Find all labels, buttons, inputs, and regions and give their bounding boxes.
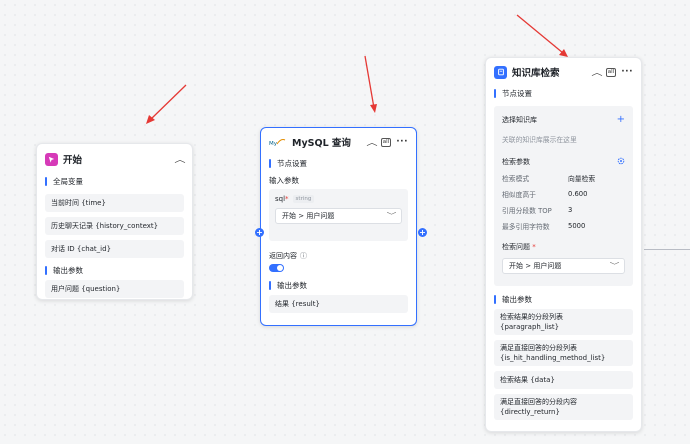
global-var-history: 历史聊天记录 {history_context} (45, 217, 184, 235)
start-node[interactable]: 开始 ︿ 全局变量 当前时间 {time} 历史聊天记录 {history_co… (36, 143, 193, 300)
start-node-icon (45, 152, 58, 166)
sql-param-select[interactable]: 开始 > 用户问题 ﹀ (275, 208, 402, 224)
add-kb-icon[interactable]: + (617, 114, 625, 125)
all-icon[interactable]: all (380, 137, 392, 147)
chevron-down-icon: ﹀ (609, 262, 620, 270)
param-key: 最多引用字符数 (502, 223, 550, 231)
sql-param-box: sql * string 开始 > 用户问题 ﹀ (269, 189, 408, 241)
param-value: 0.600 (568, 190, 588, 198)
select-value: 开始 > 用户问题 (509, 262, 562, 270)
search-params-label: 检索参数 (502, 158, 530, 166)
collapse-icon[interactable]: ︿ (174, 154, 185, 165)
param-key: 相似度高于 (502, 191, 536, 199)
param-key: 检索模式 (502, 175, 530, 183)
output-label: 输出参数 (45, 263, 192, 277)
node-title: MySQL 查询 (292, 138, 351, 149)
global-var-time: 当前时间 {time} (45, 194, 184, 212)
return-content-toggle[interactable] (269, 264, 284, 272)
annotation-arrow-start (146, 84, 187, 124)
mysql-node[interactable]: My MySQL 查询 ︿ all ··· 节点设置 输入参数 sql * str… (260, 127, 417, 326)
mysql-input-port[interactable]: + (255, 228, 264, 237)
more-icon[interactable]: ··· (396, 137, 408, 147)
collapse-icon[interactable]: ︿ (591, 67, 602, 78)
output-label: 输出参数 (494, 292, 641, 306)
param-row: 最多引用字符数 5000 (502, 218, 625, 234)
select-value: 开始 > 用户问题 (282, 212, 335, 220)
output-label: 输出参数 (269, 278, 416, 292)
annotation-arrow-kb (516, 14, 568, 57)
connection-edge (644, 249, 690, 250)
chevron-down-icon: ﹀ (386, 212, 397, 220)
param-row: 相似度高于 0.600 (502, 186, 625, 202)
output-data: 检索结果 {data} (494, 371, 633, 389)
kb-settings-box: 选择知识库 + 关联的知识库展示在这里 检索参数 检索模式 向量检索 相似度高于 0… (494, 106, 633, 286)
kb-placeholder: 关联的知识库展示在这里 (502, 136, 577, 144)
more-icon[interactable]: ··· (621, 67, 633, 77)
annotation-arrow-mysql (364, 55, 377, 113)
param-type-tag: string (292, 195, 315, 203)
required-mark: * (532, 243, 536, 251)
output-paragraph-list: 检索结果的分段列表 {paragraph_list} (494, 309, 633, 335)
node-title: 开始 (63, 155, 83, 166)
mysql-icon: My (269, 136, 287, 149)
param-key: 引用分段数 TOP (502, 207, 552, 215)
output-hit-handling-list: 满足直接回答的分段列表 {is_hit_handling_method_list… (494, 340, 633, 366)
input-params-label: 输入参数 (269, 176, 299, 185)
param-value: 向量检索 (568, 175, 596, 183)
collapse-icon[interactable]: ︿ (366, 137, 377, 148)
settings-icon[interactable] (617, 157, 625, 167)
return-content-label: 返回内容 (269, 252, 297, 260)
global-vars-label: 全局变量 (45, 174, 192, 188)
node-settings-label: 节点设置 (269, 156, 416, 170)
mysql-output-port[interactable]: + (418, 228, 427, 237)
param-row: 检索模式 向量检索 (502, 170, 625, 186)
help-icon[interactable]: ⓘ (300, 251, 307, 261)
global-var-chat-id: 对话 ID {chat_id} (45, 240, 184, 258)
param-value: 5000 (568, 222, 586, 230)
output-directly-return: 满足直接回答的分段内容 {directly_return} (494, 394, 633, 420)
kb-icon (494, 65, 507, 79)
all-icon[interactable]: all (605, 67, 617, 77)
param-name: sql (275, 195, 286, 203)
param-row: 引用分段数 TOP 3 (502, 202, 625, 218)
param-value: 3 (568, 206, 573, 214)
required-mark: * (285, 195, 289, 203)
node-settings-label: 节点设置 (494, 86, 641, 100)
node-title: 知识库检索 (512, 68, 560, 79)
output-result: 结果 {result} (269, 295, 408, 313)
output-question: 用户问题 {question} (45, 280, 184, 298)
kb-node[interactable]: 知识库检索 ︿ all ··· 节点设置 选择知识库 + 关联的知识库展示在这里… (485, 57, 642, 432)
question-label: 检索问题 (502, 243, 530, 251)
svg-text:My: My (269, 141, 278, 147)
question-select[interactable]: 开始 > 用户问题 ﹀ (502, 258, 625, 274)
select-kb-label: 选择知识库 (502, 115, 537, 124)
